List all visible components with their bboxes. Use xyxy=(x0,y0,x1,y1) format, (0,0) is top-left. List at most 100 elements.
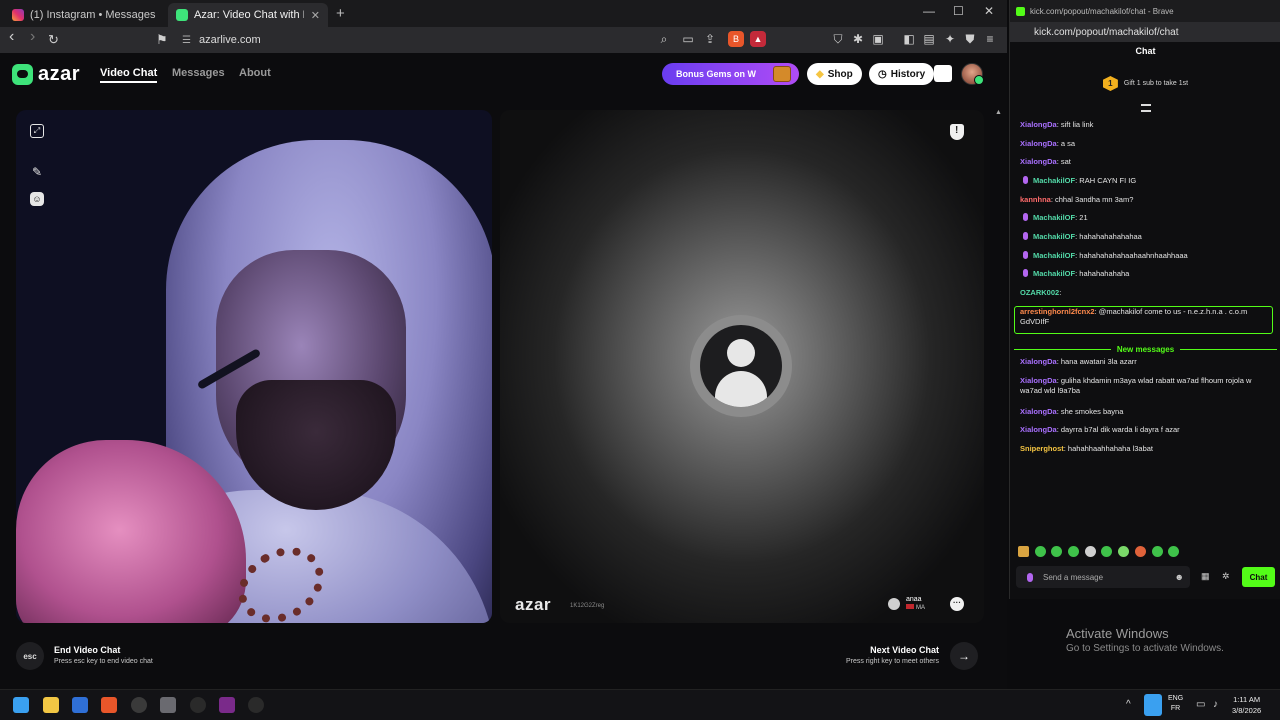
screenshot-icon[interactable]: ▣ xyxy=(870,31,886,47)
volume-icon[interactable]: ♪ xyxy=(1213,699,1218,710)
emoji-icon[interactable]: ☻ xyxy=(1175,572,1184,582)
maximize-button[interactable]: ☐ xyxy=(953,4,964,18)
minimize-button[interactable]: — xyxy=(923,4,935,18)
store-icon[interactable] xyxy=(72,697,88,713)
share-icon[interactable]: ⇪ xyxy=(702,31,718,47)
emote-icon[interactable] xyxy=(1068,546,1080,557)
settings-icon[interactable]: ✲ xyxy=(1222,571,1230,582)
emote-icon[interactable] xyxy=(1134,546,1146,557)
chat-username[interactable]: XialongDa xyxy=(1020,425,1057,434)
app-icon[interactable] xyxy=(131,697,147,713)
chat-username[interactable]: Sniperghost xyxy=(1020,444,1064,453)
reload-button[interactable]: ↻ xyxy=(48,32,59,48)
chat-message: MachakilOF: RAH CAYN FI IG xyxy=(1020,176,1275,186)
language-indicator[interactable]: ENG FR xyxy=(1168,694,1183,714)
chat-input-box[interactable]: ☻ xyxy=(1016,566,1190,588)
emote-icon[interactable] xyxy=(1168,546,1180,557)
expand-icon[interactable]: ⤢ xyxy=(30,124,44,138)
inbox-icon[interactable] xyxy=(934,65,952,82)
chat-message: kannhna: chhal 3andha mn 3am? xyxy=(1020,195,1275,205)
tab-instagram[interactable]: (1) Instagram • Messages xyxy=(4,3,168,27)
leo-ai-icon[interactable]: ✦ xyxy=(942,31,958,47)
chat-username[interactable]: XialongDa xyxy=(1020,120,1057,129)
tab-azar[interactable]: Azar: Video Chat with New Pe ✕ xyxy=(168,3,328,27)
emote-icon[interactable] xyxy=(1084,546,1096,557)
chat-send-button[interactable]: Chat xyxy=(1242,567,1275,587)
file-explorer-icon[interactable] xyxy=(43,697,59,713)
peer-info[interactable]: anaa MA xyxy=(888,596,925,611)
mic-tray-icon[interactable] xyxy=(1144,694,1162,716)
pinned-toggle-icon[interactable] xyxy=(1141,104,1151,112)
next-app-icon[interactable] xyxy=(219,697,235,713)
close-tab-icon[interactable]: ✕ xyxy=(305,9,320,22)
mic-icon[interactable] xyxy=(1027,572,1033,582)
magic-wand-icon[interactable]: ✎ xyxy=(30,165,44,179)
chat-username[interactable]: XialongDa xyxy=(1020,139,1057,148)
emote-icon[interactable] xyxy=(1051,546,1063,557)
chat-window-title: kick.com/popout/machakilof/chat - Brave xyxy=(1030,6,1174,16)
sidebar-icon[interactable]: ◧ xyxy=(901,31,917,47)
vpn-icon[interactable]: ⛊ xyxy=(962,31,978,47)
clock[interactable]: 1:11 AM 3/8/2026 xyxy=(1232,694,1261,716)
avatar[interactable] xyxy=(961,63,984,85)
chat-username[interactable]: MachakilOF xyxy=(1033,251,1075,260)
azar-icon xyxy=(176,9,188,21)
send-message-input[interactable] xyxy=(1043,572,1163,582)
history-button[interactable]: ◷ History xyxy=(869,63,935,85)
site-settings-icon[interactable]: ☰ xyxy=(182,35,191,46)
nav-video-chat[interactable]: Video Chat xyxy=(100,67,158,83)
cast-icon[interactable]: ▭ xyxy=(680,31,696,47)
chat-username[interactable]: MachakilOF xyxy=(1033,232,1075,241)
nav-messages[interactable]: Messages xyxy=(172,67,225,79)
close-window-button[interactable]: ✕ xyxy=(984,4,994,18)
tray-chevron-icon[interactable]: ^ xyxy=(1126,699,1131,710)
chat-username[interactable]: kannhna xyxy=(1020,195,1051,204)
wallet-icon[interactable]: ▤ xyxy=(921,31,937,47)
gift-icon[interactable]: ▦ xyxy=(1201,571,1210,582)
chat-bubble-icon[interactable]: ··· xyxy=(950,597,964,611)
emote-icon[interactable] xyxy=(1101,546,1113,557)
chat-popout-window: kick.com/popout/machakilof/chat - Brave … xyxy=(1009,0,1280,599)
chat-username[interactable]: MachakilOF xyxy=(1033,176,1075,185)
emote-icon[interactable] xyxy=(1118,546,1130,557)
emote-icon[interactable] xyxy=(1034,546,1046,557)
nav-about[interactable]: About xyxy=(239,67,271,79)
bookmark-icon[interactable]: ⚑ xyxy=(156,32,168,48)
next-chat-button[interactable]: → xyxy=(950,642,978,670)
end-chat-button[interactable]: esc xyxy=(16,642,44,670)
app-icon[interactable] xyxy=(248,697,264,713)
chat-username[interactable]: MachakilOF xyxy=(1033,269,1075,278)
zoom-icon[interactable]: ⌕ xyxy=(656,31,672,47)
emote-icon[interactable] xyxy=(1151,546,1163,557)
chat-url-bar[interactable]: kick.com/popout/machakilof/chat xyxy=(1010,22,1280,42)
new-tab-button[interactable]: + xyxy=(336,5,345,22)
brave-shields-icon[interactable]: B xyxy=(728,31,744,47)
page-scrollbar[interactable]: ▲ ▼ xyxy=(995,109,1003,720)
bonus-gems-banner[interactable]: Bonus Gems on W xyxy=(662,63,799,85)
network-icon[interactable]: ▭ xyxy=(1196,699,1205,710)
report-shield-icon[interactable] xyxy=(950,124,964,140)
app-icon[interactable] xyxy=(190,697,206,713)
brave-taskbar-icon[interactable] xyxy=(101,697,117,713)
chat-username[interactable]: XialongDa xyxy=(1020,376,1057,385)
app-icon[interactable] xyxy=(160,697,176,713)
sticker-icon[interactable]: ☺ xyxy=(30,192,44,206)
emote-icon[interactable] xyxy=(1018,546,1029,557)
chat-username[interactable]: XialongDa xyxy=(1020,357,1057,366)
chat-username[interactable]: XialongDa xyxy=(1020,407,1057,416)
clock-icon: ◷ xyxy=(878,68,887,80)
windows-start-icon[interactable] xyxy=(13,697,29,713)
forward-button[interactable]: › xyxy=(30,28,35,46)
brave-rewards-icon[interactable]: ▲ xyxy=(750,31,766,47)
gift-sub-banner[interactable]: 1 Gift 1 sub to take 1st xyxy=(1010,76,1280,91)
chat-username[interactable]: XialongDa xyxy=(1020,157,1057,166)
azar-logo[interactable]: azar xyxy=(12,63,80,86)
back-button[interactable]: ‹ xyxy=(9,28,14,46)
shop-button[interactable]: ◆ Shop xyxy=(807,63,862,85)
extensions-icon[interactable]: ✱ xyxy=(850,31,866,47)
menu-icon[interactable]: ≡ xyxy=(982,31,998,47)
chat-username[interactable]: MachakilOF xyxy=(1033,213,1075,222)
chat-message: MachakilOF: hahahahahaha xyxy=(1020,269,1275,279)
chat-username[interactable]: OZARK002 xyxy=(1020,288,1059,297)
shield-extension-icon[interactable]: ⛉ xyxy=(830,31,846,47)
